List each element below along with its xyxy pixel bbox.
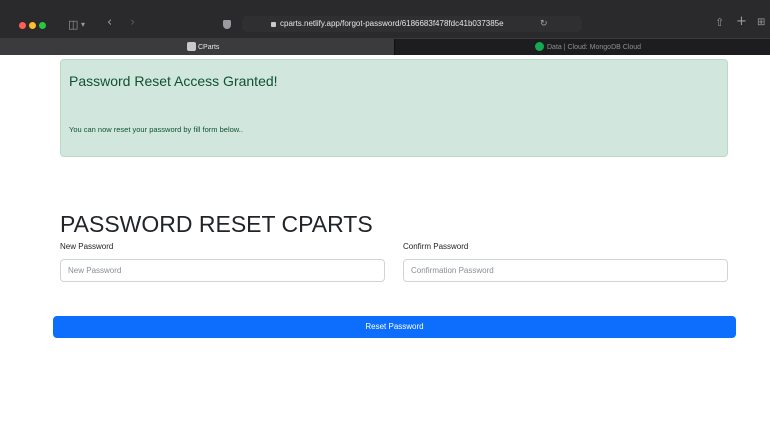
confirm-password-input[interactable] xyxy=(403,259,728,282)
minimize-window-button[interactable] xyxy=(29,22,36,29)
tab-overview-icon[interactable]: ⊞ xyxy=(757,17,765,28)
tab-label: Data | Cloud: MongoDB Cloud xyxy=(547,44,642,51)
page-title: PASSWORD RESET CPARTS xyxy=(60,211,373,237)
browser-titlebar: ◫ ▾ ‹ › cparts.netlify.app/forgot-passwo… xyxy=(0,0,770,38)
new-password-label: New Password xyxy=(60,242,114,251)
cparts-favicon-icon xyxy=(187,42,196,51)
tab-mongodb[interactable]: Data | Cloud: MongoDB Cloud xyxy=(394,39,770,55)
alert-title: Password Reset Access Granted! xyxy=(69,73,278,89)
tab-cparts[interactable]: CParts xyxy=(0,39,394,55)
reset-password-button[interactable]: Reset Password xyxy=(53,316,736,338)
new-password-input[interactable] xyxy=(60,259,385,282)
sidebar-icon[interactable]: ◫ xyxy=(68,19,78,30)
lock-icon xyxy=(271,22,276,27)
mongodb-favicon-icon xyxy=(535,42,544,51)
reload-icon[interactable]: ↻ xyxy=(540,19,548,29)
confirm-password-label: Confirm Password xyxy=(403,242,469,251)
share-icon[interactable]: ⇧ xyxy=(715,17,724,28)
tab-bar: CParts Data | Cloud: MongoDB Cloud xyxy=(0,38,770,55)
zoom-window-button[interactable] xyxy=(39,22,46,29)
forward-icon[interactable]: › xyxy=(130,16,135,29)
address-url[interactable]: cparts.netlify.app/forgot-password/61866… xyxy=(280,18,504,30)
chevron-down-icon[interactable]: ▾ xyxy=(81,19,85,30)
tab-label: CParts xyxy=(198,44,220,51)
back-icon[interactable]: ‹ xyxy=(107,16,112,29)
close-window-button[interactable] xyxy=(19,22,26,29)
alert-message: You can now reset your password by fill … xyxy=(69,125,243,134)
shield-icon[interactable] xyxy=(223,20,231,29)
new-tab-icon[interactable]: + xyxy=(736,15,747,28)
